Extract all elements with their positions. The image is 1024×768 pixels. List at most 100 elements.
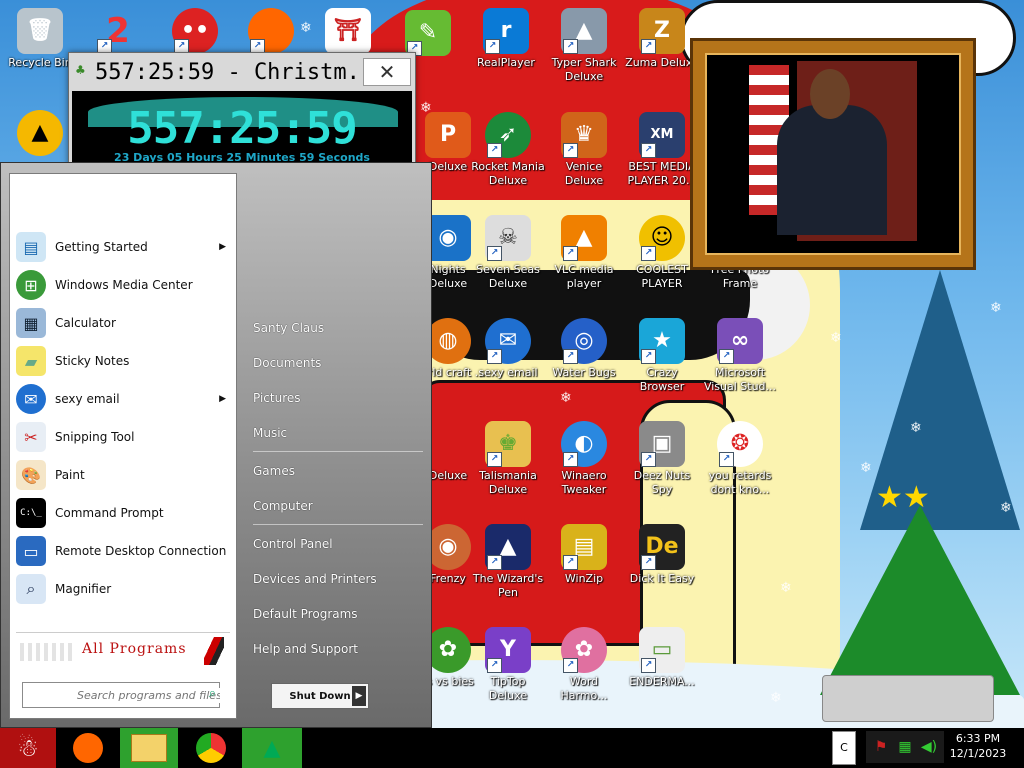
desktop-icon-coolest-player[interactable]: ☺ ↗ COOLEST PLAYER xyxy=(624,215,700,291)
wizard-hat-icon: ▲ ↗ xyxy=(485,524,531,570)
start-search-input[interactable] xyxy=(75,687,222,703)
timer-big-digits: 557:25:59 xyxy=(127,103,357,154)
recycle-bin-icon: 🗑 xyxy=(17,8,63,54)
desktop-icon-realplayer[interactable]: r ↗ RealPlayer xyxy=(468,8,544,70)
desktop-icon-rocket-mania[interactable]: ➶ ↗ Rocket Mania Deluxe xyxy=(470,112,546,188)
start-item-command-prompt[interactable]: C:\_ Command Prompt xyxy=(16,496,230,530)
icon-label: ENDERMA... xyxy=(629,675,695,688)
snowflake-icon: ❄ xyxy=(990,300,1002,316)
photo-head xyxy=(810,69,850,119)
desktop-icon-winaero[interactable]: ◐ ↗ Winaero Tweaker xyxy=(546,421,622,497)
desktop-icon-word-harmony[interactable]: ✿ ↗ Word Harmo... xyxy=(546,627,622,703)
desktop-icon-xmplay[interactable]: XM ↗ BEST MEDIA PLAYER 20... xyxy=(624,112,700,188)
start-right-default-programs[interactable]: Default Programs xyxy=(253,607,358,621)
network-icon[interactable]: ▦ xyxy=(896,738,914,756)
desktop-icon-water-bugs[interactable]: ◎ ↗ Water Bugs xyxy=(546,318,622,380)
shark-icon: ▲ ↗ xyxy=(561,8,607,54)
all-programs-label: All Programs xyxy=(82,641,187,657)
icon-label: Microsoft Visual Stud... xyxy=(703,366,777,393)
desktop-icon-typer-shark[interactable]: ▲ ↗ Typer Shark Deluxe xyxy=(546,8,622,84)
taskbar-explorer[interactable] xyxy=(120,728,178,768)
start-item-magnifier[interactable]: ⌕ Magnifier xyxy=(16,572,230,606)
start-button[interactable]: ☃ xyxy=(0,728,56,768)
desktop-icon-torii-gate[interactable]: ⛩ xyxy=(310,8,386,56)
snowflake-icon: ❄ xyxy=(830,330,842,346)
taskbar: ☃ ▲ C ⚑ ▦ ◀) 6:33 PM 12/1/2023 xyxy=(0,728,1024,768)
remote-desktop-icon: ▭ xyxy=(16,536,46,566)
desktop-icon-firefox[interactable]: ↗ xyxy=(233,8,309,56)
start-right-games[interactable]: Games xyxy=(253,464,295,478)
tree-star-icon: ★★ xyxy=(876,480,930,515)
timer-close-button[interactable]: ✕ xyxy=(363,58,411,86)
venice-icon: ♛ ↗ xyxy=(561,112,607,158)
start-item-label: Command Prompt xyxy=(55,506,164,520)
taskbar-firefox[interactable] xyxy=(58,728,118,768)
volume-icon[interactable]: ◀) xyxy=(920,738,938,756)
icon-label: Zuma Deluxe xyxy=(625,56,699,69)
rocket-icon: ➶ ↗ xyxy=(485,112,531,158)
desktop-icon-aimp[interactable]: ▲ xyxy=(2,110,78,158)
icon-label: Typer Shark Deluxe xyxy=(551,56,617,83)
taskbar-chrome[interactable] xyxy=(182,728,240,768)
start-item-sexy-email[interactable]: ✉ sexy email ▶ xyxy=(16,382,230,416)
desktop: ❄ ❄ ❄ ❄ ❄ ❄ ❄ ❄ ❄ ❄ ★★ 🗑 Recycle Bin 2 ↗ … xyxy=(0,0,1024,728)
all-programs-button[interactable]: All Programs xyxy=(16,632,230,665)
desktop-icon-enderman[interactable]: ▭ ↗ ENDERMA... xyxy=(624,627,700,689)
start-right-music[interactable]: Music xyxy=(253,426,287,440)
start-item-snipping-tool[interactable]: ✂ Snipping Tool xyxy=(16,420,230,454)
desktop-icon-you-retards[interactable]: ❂ ↗ you retards dont kno... xyxy=(702,421,778,497)
cocktail-icon: Y ↗ xyxy=(485,627,531,673)
shutdown-button[interactable]: Shut Down ▶ xyxy=(271,683,369,709)
start-right-documents[interactable]: Documents xyxy=(253,356,321,370)
windows-stack-icon: ▣ ↗ xyxy=(639,421,685,467)
start-right-help-and-support[interactable]: Help and Support xyxy=(253,642,358,656)
taskbar-clock[interactable]: 6:33 PM 12/1/2023 xyxy=(946,731,1010,765)
start-right-devices-and-printers[interactable]: Devices and Printers xyxy=(253,572,377,586)
desktop-icon-sexy-email[interactable]: ✉ ↗ sexy email xyxy=(470,318,546,380)
folder-icon xyxy=(131,734,167,762)
desktop-icon-number-2[interactable]: 2 ↗ xyxy=(80,8,156,56)
countdown-timer-window[interactable]: ♣ 557:25:59 - Christm... ✕ 557:25:59 23 … xyxy=(68,52,416,169)
start-right-computer[interactable]: Computer xyxy=(253,499,313,513)
start-search-box[interactable]: ⌕ xyxy=(22,682,222,708)
desktop-icon-seven-seas[interactable]: ☠ ↗ Seven Seas Deluxe xyxy=(470,215,546,291)
desktop-icon-winzip[interactable]: ▤ ↗ WinZip xyxy=(546,524,622,586)
desktop-icon-crazy-browser[interactable]: ★ ↗ Crazy Browser xyxy=(624,318,700,394)
desktop-icon-vlc[interactable]: ▲ ↗ VLC media player xyxy=(546,215,622,291)
photo-frame-gadget[interactable] xyxy=(690,38,976,270)
flower-icon: ✿ ↗ xyxy=(561,627,607,673)
xmplay-icon: XM ↗ xyxy=(639,112,685,158)
start-item-calculator[interactable]: ▦ Calculator xyxy=(16,306,230,340)
desktop-icon-zuma[interactable]: Z ↗ Zuma Deluxe xyxy=(624,8,700,70)
shutdown-label: Shut Down xyxy=(289,690,351,702)
desktop-icon-dick-it-easy[interactable]: De ↗ Dick It Easy xyxy=(624,524,700,586)
taskbar-christmas-tree[interactable]: ▲ xyxy=(242,728,302,768)
start-item-label: Calculator xyxy=(55,316,116,330)
desktop-icon-tiptop[interactable]: Y ↗ TipTop Deluxe xyxy=(470,627,546,703)
desktop-icon-notepad-plus-plus[interactable]: ✎ ↗ xyxy=(390,10,466,58)
winaero-icon: ◐ ↗ xyxy=(561,421,607,467)
flag-icon[interactable]: ⚑ xyxy=(872,738,890,756)
start-right-pictures[interactable]: Pictures xyxy=(253,391,301,405)
tray-input-indicator[interactable]: C xyxy=(832,731,856,765)
start-item-windows-media-center[interactable]: ⊞ Windows Media Center xyxy=(16,268,230,302)
desktop-icon-recycle-bin[interactable]: 🗑 Recycle Bin xyxy=(2,8,78,70)
start-right-santy-claus[interactable]: Santy Claus xyxy=(253,321,324,335)
start-item-paint[interactable]: 🎨 Paint xyxy=(16,458,230,492)
smiley-icon: ☺ ↗ xyxy=(639,215,685,261)
search-icon[interactable]: ⌕ xyxy=(209,686,216,701)
start-item-sticky-notes[interactable]: ▰ Sticky Notes xyxy=(16,344,230,378)
desktop-icon-wizards-pen[interactable]: ▲ ↗ The Wizard's Pen xyxy=(470,524,546,600)
desktop-icon-visual-studio[interactable]: ∞ ↗ Microsoft Visual Stud... xyxy=(702,318,778,394)
desktop-icon-talismania[interactable]: ♚ ↗ Talismania Deluxe xyxy=(470,421,546,497)
icon-label: Talismania Deluxe xyxy=(479,469,537,496)
start-item-getting-started[interactable]: ▤ Getting Started ▶ xyxy=(16,230,230,264)
start-right-control-panel[interactable]: Control Panel xyxy=(253,537,333,551)
shutdown-options-arrow-icon[interactable]: ▶ xyxy=(352,686,366,706)
desktop-icon-red-creature[interactable]: •• ↗ xyxy=(157,8,233,56)
desktop-icon-deez-nuts[interactable]: ▣ ↗ Deez Nuts Spy xyxy=(624,421,700,497)
icon-label: Deluxe xyxy=(428,160,468,173)
desktop-icon-venice[interactable]: ♛ ↗ Venice Deluxe xyxy=(546,112,622,188)
start-item-remote-desktop[interactable]: ▭ Remote Desktop Connection xyxy=(16,534,230,568)
thunderbird-icon: ✉ xyxy=(16,384,46,414)
